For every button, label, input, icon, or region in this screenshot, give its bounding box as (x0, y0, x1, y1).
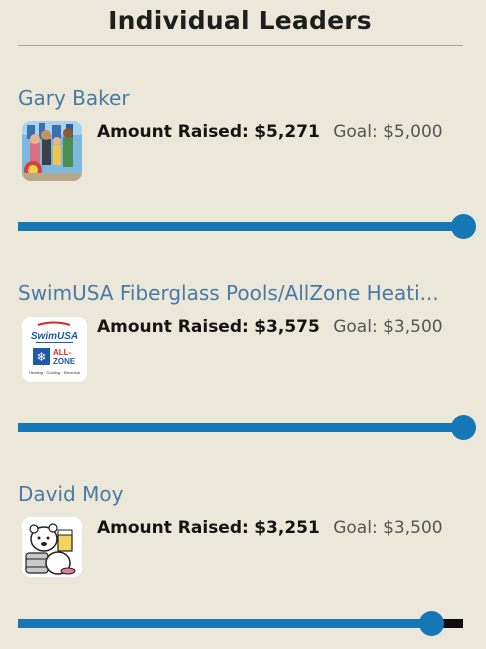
amount-raised-value: $3,251 (254, 518, 320, 538)
progress-thumb (419, 611, 445, 636)
progress-bar (18, 415, 476, 440)
goal-value: $3,500 (383, 518, 443, 538)
goal-label: Goal: (333, 122, 378, 142)
goal-label: Goal: (333, 518, 378, 538)
amount-raised-label: Amount Raised: (97, 518, 249, 538)
amount-raised-value: $3,575 (254, 317, 320, 337)
goal-label: Goal: (333, 317, 378, 337)
svg-text:ALL-: ALL- (53, 348, 72, 357)
goal-value: $3,500 (383, 317, 443, 337)
company-logo: SwimUSA ❄ ALL- ZONE Heating · Cooling · … (22, 317, 87, 382)
leader-name-link[interactable]: Gary Baker (18, 86, 463, 110)
progress-fill (18, 423, 463, 432)
leader-name-link[interactable]: David Moy (18, 482, 463, 506)
goal-value: $5,000 (383, 122, 443, 142)
progress-fill (18, 222, 463, 231)
page-title: Individual Leaders (108, 6, 372, 35)
amount-raised-label: Amount Raised: (97, 122, 249, 142)
snowflake-icon: ❄ (36, 350, 46, 364)
progress-bar (18, 611, 463, 636)
individual-leaders-page: Individual Leaders Gary Baker Amount Rai… (0, 0, 486, 649)
leader-name-link[interactable]: SwimUSA Fiberglass Pools/AllZone Heati..… (18, 281, 463, 305)
svg-text:ZONE: ZONE (53, 357, 76, 366)
logo-brand-text: SwimUSA (31, 331, 78, 342)
photo-avatar (22, 121, 82, 181)
leader-stats: Amount Raised: $3,251 Goal: $3,500 (97, 518, 443, 538)
progress-fill (18, 619, 432, 628)
amount-raised-value: $5,271 (254, 122, 320, 142)
title-divider (18, 45, 463, 46)
amount-raised-label: Amount Raised: (97, 317, 249, 337)
cartoon-bear-avatar (22, 517, 82, 577)
svg-text:Heating · Cooling · Electrical: Heating · Cooling · Electrical (29, 370, 80, 375)
progress-thumb (451, 415, 476, 440)
progress-thumb (451, 214, 476, 239)
leader-stats: Amount Raised: $5,271 Goal: $5,000 (97, 122, 443, 142)
progress-bar (18, 214, 476, 239)
leader-stats: Amount Raised: $3,575 Goal: $3,500 (97, 317, 443, 337)
